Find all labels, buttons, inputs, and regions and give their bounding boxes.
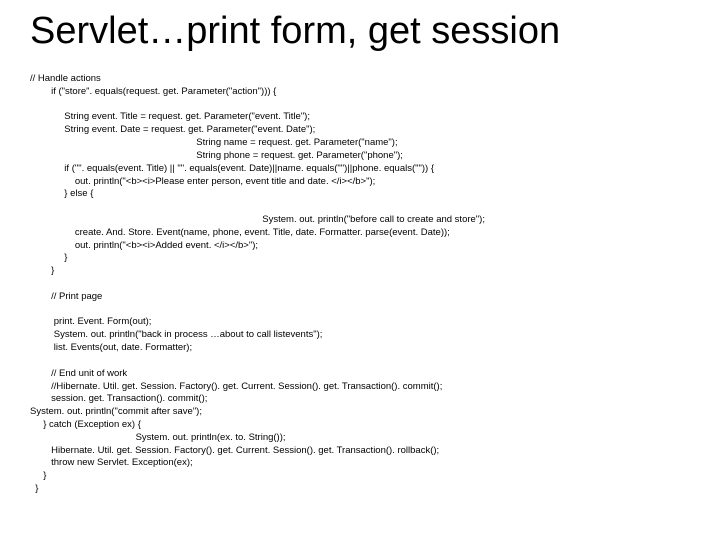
slide: Servlet…print form, get session // Handl… <box>0 0 720 540</box>
code-block: // Handle actions if ("store". equals(re… <box>30 73 690 496</box>
page-title: Servlet…print form, get session <box>30 10 690 53</box>
